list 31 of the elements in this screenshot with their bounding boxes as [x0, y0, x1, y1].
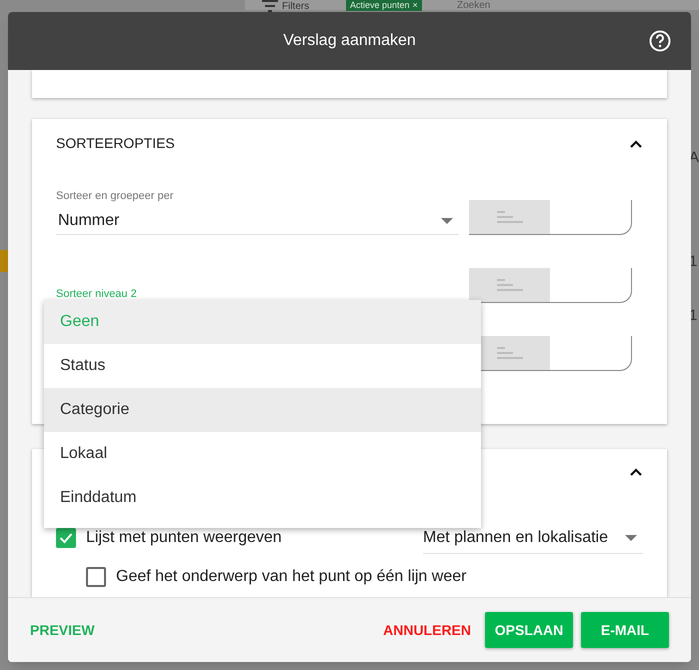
filter-tag[interactable]: Actieve punten ×	[346, 0, 422, 11]
chevron-up-icon[interactable]	[629, 138, 643, 148]
sort-icon	[496, 346, 522, 358]
checkbox-label: Geef het onderwerp van het punt op één lijn weer	[116, 567, 466, 587]
cancel-button[interactable]: ANNULEREN	[383, 620, 471, 640]
checkbox[interactable]	[86, 567, 106, 587]
dropdown-caret-icon	[625, 534, 637, 540]
status-marker	[0, 250, 8, 272]
checkmark-icon	[59, 532, 73, 544]
checkbox[interactable]	[56, 528, 76, 548]
dropdown-option[interactable]: Status	[44, 344, 481, 388]
sort-icon	[496, 278, 522, 290]
sort-select[interactable]: Nummer	[56, 208, 459, 234]
dialog-title: Verslag aanmaken	[283, 31, 416, 51]
filter-button[interactable]: Filters	[282, 0, 310, 12]
field-label: Sorteer en groepeer per	[56, 189, 174, 204]
chevron-up-icon[interactable]	[629, 467, 643, 476]
sort-direction-toggle[interactable]	[469, 200, 632, 234]
dropdown-caret-icon	[441, 218, 453, 224]
sort-direction-toggle[interactable]	[469, 268, 632, 302]
field-label: Sorteer niveau 2	[56, 287, 138, 302]
dropdown-option[interactable]: Einddatum	[44, 476, 481, 520]
dropdown-option[interactable]: Lokaal	[44, 432, 481, 476]
sort-icon	[496, 210, 522, 222]
checkbox-label: Lijst met punten weergeven	[86, 528, 283, 548]
card-title: SORTEEROPTIES	[56, 134, 175, 152]
tag-label: Actieve punten	[350, 0, 410, 11]
tag-close[interactable]: ×	[412, 0, 418, 11]
help-icon[interactable]	[649, 30, 671, 52]
dropdown-option[interactable]: Categorie	[44, 388, 481, 432]
filter-icon[interactable]	[262, 0, 278, 12]
